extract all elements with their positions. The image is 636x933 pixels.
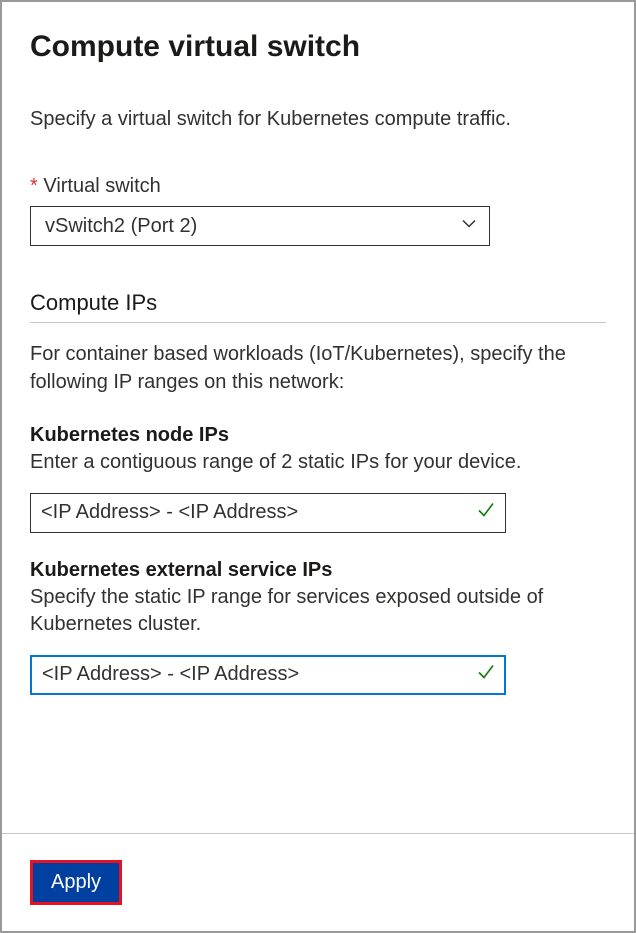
compute-ips-heading: Compute IPs [30, 290, 606, 323]
node-ips-label: Kubernetes node IPs [30, 424, 606, 447]
node-ips-field: Kubernetes node IPs Enter a contiguous r… [30, 424, 606, 533]
virtual-switch-select[interactable]: vSwitch2 (Port 2) [30, 206, 490, 246]
service-ips-input-wrap [30, 655, 506, 695]
node-ips-input[interactable] [30, 493, 506, 533]
bottom-bar: Apply [2, 833, 634, 931]
virtual-switch-select-wrap: vSwitch2 (Port 2) [30, 206, 490, 246]
node-ips-description: Enter a contiguous range of 2 static IPs… [30, 449, 606, 477]
virtual-switch-label-text: Virtual switch [43, 175, 160, 197]
service-ips-label: Kubernetes external service IPs [30, 559, 606, 582]
service-ips-input[interactable] [30, 655, 506, 695]
required-star: * [30, 175, 43, 197]
service-ips-field: Kubernetes external service IPs Specify … [30, 559, 606, 695]
apply-button[interactable]: Apply [30, 860, 122, 905]
service-ips-description: Specify the static IP range for services… [30, 584, 606, 639]
virtual-switch-label: * Virtual switch [30, 175, 606, 198]
node-ips-input-wrap [30, 493, 506, 533]
page-title: Compute virtual switch [30, 30, 606, 64]
intro-text: Specify a virtual switch for Kubernetes … [30, 108, 606, 131]
compute-ips-description: For container based workloads (IoT/Kuber… [30, 341, 606, 396]
